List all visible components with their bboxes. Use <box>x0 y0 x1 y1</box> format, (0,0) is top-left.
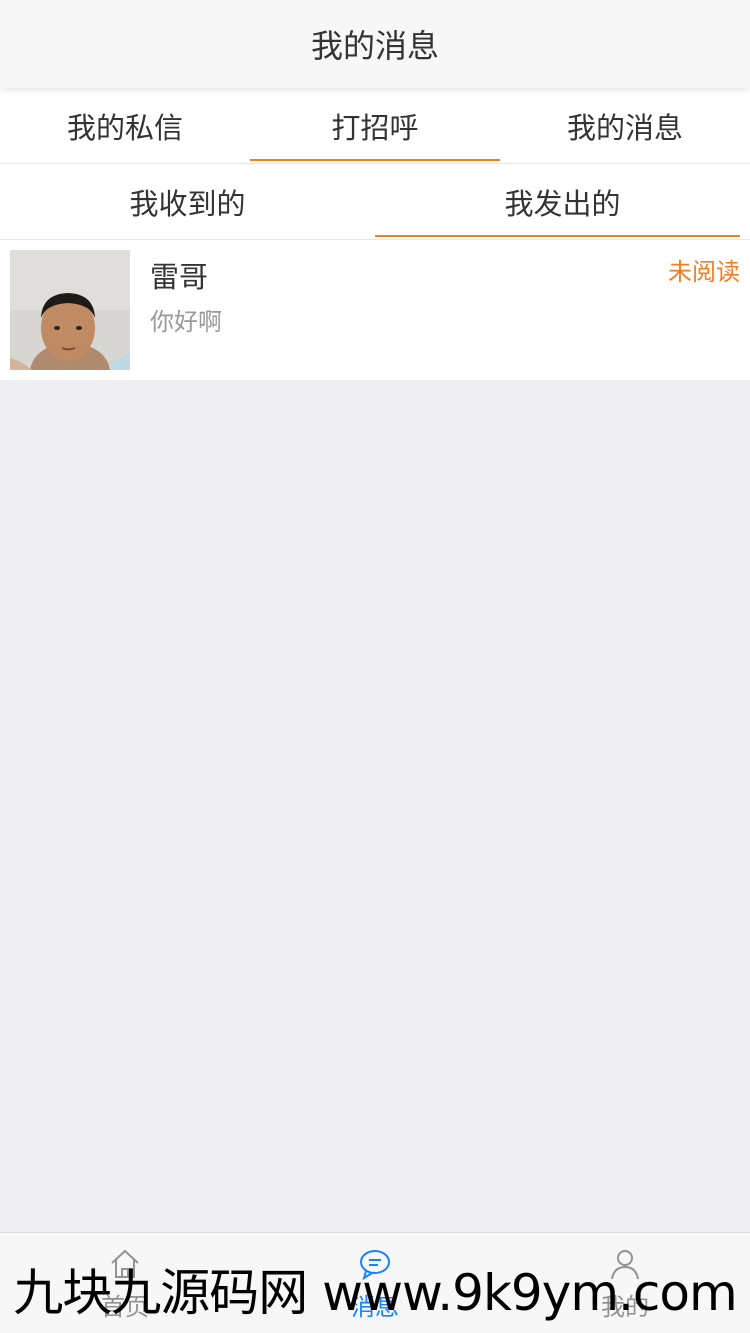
tab-private-messages[interactable]: 我的私信 <box>0 88 250 163</box>
watermark-text: 九块九源码网 www.9k9ym.com <box>13 1264 737 1322</box>
header: 我的消息 <box>0 0 750 88</box>
tab-received[interactable]: 我收到的 <box>0 164 375 239</box>
message-preview: 你好啊 <box>150 308 222 336</box>
page-title: 我的消息 <box>310 27 439 65</box>
avatar <box>10 250 130 370</box>
tab-my-messages[interactable]: 我的消息 <box>500 88 750 163</box>
message-list: 雷哥 你好啊 未阅读 <box>0 240 750 380</box>
status-badge: 未阅读 <box>668 258 740 286</box>
tab-greetings[interactable]: 打招呼 <box>250 88 500 163</box>
tab-sent[interactable]: 我发出的 <box>375 164 750 239</box>
sender-name: 雷哥 <box>150 260 209 294</box>
primary-tabs: 我的私信 打招呼 我的消息 <box>0 88 750 164</box>
list-item[interactable]: 雷哥 你好啊 未阅读 <box>0 240 750 380</box>
app-root: 我的消息 我的私信 打招呼 我的消息 我收到的 我发出的 雷哥 你好啊 未阅读 … <box>0 0 750 1333</box>
secondary-tabs: 我收到的 我发出的 <box>0 164 750 240</box>
